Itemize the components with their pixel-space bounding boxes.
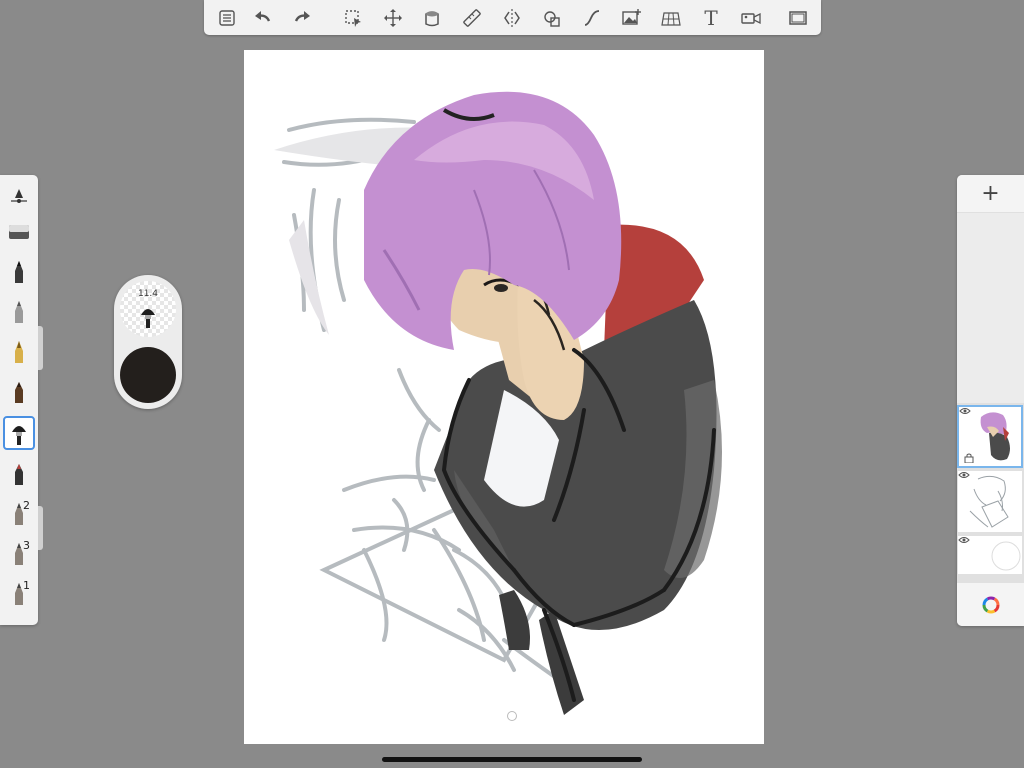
redo-icon[interactable] (288, 0, 318, 35)
layer-thumbnail-sketch[interactable] (958, 471, 1022, 532)
shape-guides-icon[interactable] (537, 0, 567, 35)
image-import-icon[interactable] (616, 0, 646, 35)
text-tool-label: T (704, 5, 718, 30)
brush-properties-icon[interactable] (4, 179, 34, 213)
eye-icon[interactable] (959, 407, 971, 415)
home-indicator[interactable] (382, 757, 642, 762)
brush-number-label: 1 (23, 579, 30, 592)
transform-icon[interactable] (378, 0, 408, 35)
pencil-brush-icon[interactable] (4, 255, 34, 289)
undo-icon[interactable] (247, 0, 277, 35)
brush-size-drag-handle[interactable] (38, 326, 43, 370)
selection-icon[interactable] (338, 0, 368, 35)
paint-brush-icon (141, 309, 155, 328)
current-color-swatch[interactable] (120, 347, 176, 403)
color-wheel-icon (982, 596, 999, 613)
layer-thumbnail-color[interactable] (957, 405, 1023, 468)
fill-icon[interactable] (417, 0, 447, 35)
technical-pen-brush-icon[interactable] (4, 295, 34, 329)
eye-icon[interactable] (958, 536, 970, 544)
menu-list-icon[interactable] (212, 0, 242, 35)
layer-thumbnail-background[interactable] (958, 536, 1022, 574)
canvas-indicator (507, 711, 517, 721)
curve-icon[interactable] (577, 0, 607, 35)
brush-number-label: 3 (23, 539, 30, 552)
brush-size-label: 11.4 (137, 289, 159, 299)
marker-brush-icon[interactable] (4, 375, 34, 409)
text-tool-icon[interactable]: T (696, 0, 726, 35)
color-wheel-button[interactable] (957, 583, 1024, 626)
brush-number-label: 2 (23, 499, 30, 512)
add-layer-label: + (981, 181, 1000, 206)
brush-library: 2 3 1 (0, 175, 38, 625)
ruler-icon[interactable] (457, 0, 487, 35)
layer-preview (969, 475, 1009, 528)
layers-panel: + (957, 175, 1024, 626)
brush-puck[interactable]: 11.4 (114, 275, 182, 409)
layers-empty-area (957, 213, 1024, 403)
pencil-3-brush-icon[interactable]: 3 (4, 537, 34, 571)
record-video-icon[interactable] (736, 0, 766, 35)
add-layer-button[interactable]: + (957, 175, 1024, 212)
pencil-2-brush-icon[interactable]: 2 (4, 497, 34, 531)
artwork (274, 91, 722, 715)
lock-icon[interactable] (964, 453, 974, 463)
eye-icon[interactable] (958, 471, 970, 479)
symmetry-icon[interactable] (497, 0, 527, 35)
top-toolbar: T (204, 0, 821, 35)
airbrush-brush-icon[interactable] (4, 457, 34, 491)
brush-size-puck[interactable]: 11.4 (120, 281, 176, 337)
fullscreen-icon[interactable] (783, 0, 813, 35)
drawing-canvas[interactable] (244, 50, 764, 744)
paint-brush-icon[interactable] (3, 416, 35, 450)
perspective-grid-icon[interactable] (656, 0, 686, 35)
pencil-1-brush-icon[interactable]: 1 (4, 577, 34, 611)
eraser-brush-icon[interactable] (4, 215, 34, 249)
brush-opacity-drag-handle[interactable] (38, 506, 43, 550)
calligraphy-pen-brush-icon[interactable] (4, 335, 34, 369)
